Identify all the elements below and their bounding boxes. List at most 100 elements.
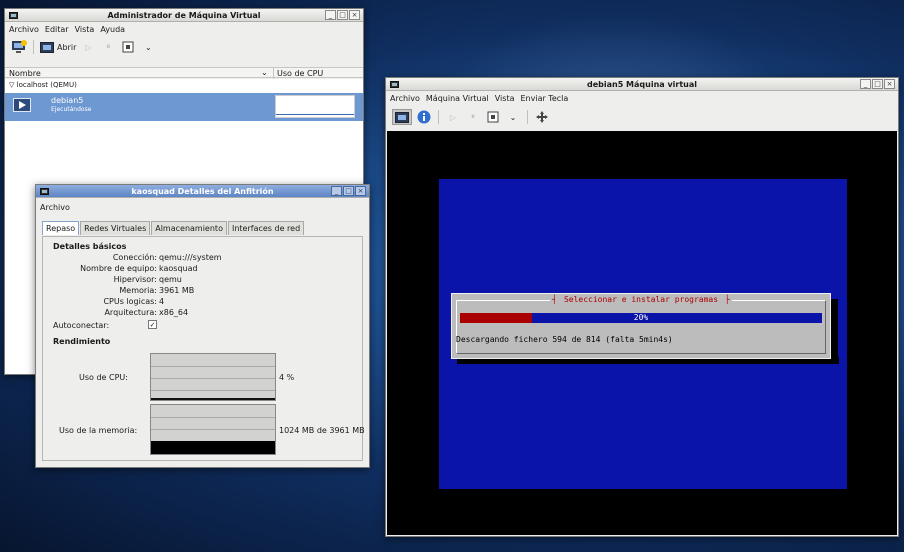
maximize-icon[interactable]: □ [872, 79, 883, 89]
performance-heading: Rendimiento [53, 337, 111, 346]
tab-repaso[interactable]: Repaso [42, 221, 80, 235]
shutdown-button[interactable] [485, 109, 501, 125]
open-label: Abrir [57, 42, 77, 52]
manager-titlebar[interactable]: Administrador de Máquina Virtual _ □ × [5, 9, 363, 22]
console-view-button[interactable] [392, 109, 412, 125]
host-details-window: kaosquad Detalles del Anfitrión _ □ × Ar… [35, 184, 370, 468]
field-label: CPUs logicas: [103, 297, 157, 306]
column-chooser-icon[interactable]: ⌄ [261, 68, 268, 77]
autoconnect-label: Autoconectar: [53, 321, 110, 330]
shutdown-button[interactable] [120, 39, 136, 55]
dialog-frame [456, 300, 826, 354]
memory-usage-graph [150, 404, 276, 455]
menu-enviar-tecla[interactable]: Enviar Tecla [520, 94, 568, 103]
shutdown-dropdown[interactable]: ⌄ [505, 109, 521, 125]
info-icon [417, 110, 431, 124]
menu-vista[interactable]: Vista [495, 94, 515, 103]
field-label: Memoria: [119, 286, 157, 295]
installer-screen: ┤ Seleccionar e instalar programas ├ 20%… [439, 179, 847, 489]
field-value: qemu:///system [159, 253, 222, 262]
tab-almacenamiento[interactable]: Almacenamiento [151, 221, 227, 235]
manager-toolbar: Abrir ▷ ⏸ ⌄ [5, 36, 363, 58]
field-hostname: Nombre de equipo: kaosquad [47, 264, 347, 274]
tab-interfaces-de-red[interactable]: Interfaces de red [227, 221, 305, 235]
details-view-button[interactable] [416, 109, 432, 125]
menu-archivo[interactable]: Archivo [40, 203, 70, 212]
field-connection: Conección: qemu:///system [47, 253, 347, 263]
install-dialog: ┤ Seleccionar e instalar programas ├ 20%… [451, 293, 831, 359]
vm-title: debian5 Máquina virtual [586, 80, 698, 89]
column-cpu[interactable]: Uso de CPU [277, 69, 323, 78]
fullscreen-icon [536, 111, 548, 123]
field-value: 3961 MB [159, 286, 195, 295]
shutdown-dropdown[interactable]: ⌄ [140, 39, 156, 55]
field-label: Nombre de equipo: [80, 264, 157, 273]
pause-button[interactable]: ⏸ [465, 109, 481, 125]
monitor-icon [40, 41, 54, 53]
menu-vista[interactable]: Vista [75, 25, 95, 34]
vm-toolbar: ▷ ⏸ ⌄ [386, 106, 898, 128]
autoconnect-checkbox[interactable]: ✓ [148, 320, 157, 329]
expander-icon: ▽ [9, 81, 15, 89]
menu-ayuda[interactable]: Ayuda [100, 25, 125, 34]
column-name[interactable]: Nombre [9, 69, 41, 78]
field-autoconnect: Autoconectar: ✓ [47, 320, 347, 331]
field-value: x86_64 [159, 308, 189, 317]
toolbar-separator [438, 110, 439, 124]
maximize-icon[interactable]: □ [343, 186, 354, 196]
monitor-icon [395, 111, 409, 123]
pause-icon: ⏸ [106, 42, 111, 51]
vm-titlebar[interactable]: debian5 Máquina virtual _ □ × [386, 78, 898, 91]
shutdown-icon [122, 41, 134, 53]
menu-editar[interactable]: Editar [45, 25, 69, 34]
progress-message: Descargando fichero 594 de 814 (falta 5m… [456, 335, 673, 344]
column-divider [273, 68, 274, 79]
cpu-usage-value: 4 % [279, 373, 295, 382]
cpu-usage-label: Uso de CPU: [79, 373, 128, 382]
run-button[interactable]: ▷ [445, 109, 461, 125]
play-icon: ▷ [85, 42, 92, 52]
maximize-icon[interactable]: □ [337, 10, 348, 20]
chevron-down-icon: ⌄ [509, 112, 517, 122]
new-vm-button[interactable] [11, 39, 27, 55]
list-group[interactable]: ▽ localhost (QEMU) [9, 81, 77, 89]
manager-title: Administrador de Máquina Virtual [107, 11, 261, 20]
pause-icon: ⏸ [471, 112, 475, 121]
pause-button[interactable]: ⏸ [100, 39, 116, 55]
field-label: Arquitectura: [104, 308, 157, 317]
field-architecture: Arquitectura: x86_64 [47, 308, 347, 318]
vm-row[interactable]: debian5 Ejecutándose [5, 93, 363, 121]
menu-archivo[interactable]: Archivo [390, 94, 420, 103]
vm-icon [13, 98, 31, 112]
menu-archivo[interactable]: Archivo [9, 25, 39, 34]
fullscreen-button[interactable] [534, 109, 550, 125]
details-title: kaosquad Detalles del Anfitrión [131, 187, 274, 196]
group-label: localhost (QEMU) [16, 81, 77, 89]
field-value: qemu [159, 275, 182, 284]
minimize-icon[interactable]: _ [860, 79, 871, 89]
field-hypervisor: Hipervisor: qemu [47, 275, 347, 285]
menu-maquina-virtual[interactable]: Máquina Virtual [426, 94, 489, 103]
toolbar-separator [33, 40, 34, 54]
field-logical-cpus: CPUs logicas: 4 [47, 297, 347, 307]
close-icon[interactable]: × [884, 79, 895, 89]
dialog-title: ┤ Seleccionar e instalar programas ├ [550, 295, 732, 304]
vm-console[interactable]: ┤ Seleccionar e instalar programas ├ 20%… [387, 131, 897, 535]
field-label: Conección: [112, 253, 157, 262]
overview-pane: Detalles básicos Conección: qemu:///syst… [42, 236, 365, 461]
minimize-icon[interactable]: _ [331, 186, 342, 196]
open-button[interactable]: Abrir [40, 39, 76, 55]
install-progress-bar: 20% [460, 313, 822, 323]
basic-details-heading: Detalles básicos [53, 242, 127, 251]
field-value: 4 [159, 297, 165, 306]
minimize-icon[interactable]: _ [325, 10, 336, 20]
dialog-title-text: Seleccionar e instalar programas [561, 295, 721, 304]
details-titlebar[interactable]: kaosquad Detalles del Anfitrión _ □ × [36, 185, 369, 198]
close-icon[interactable]: × [349, 10, 360, 20]
run-button[interactable]: ▷ [80, 39, 96, 55]
dialog-shadow [831, 299, 838, 364]
tab-redes-virtuales[interactable]: Redes Virtuales [80, 221, 151, 235]
shutdown-icon [487, 111, 499, 123]
details-menubar: Archivo [36, 198, 369, 216]
close-icon[interactable]: × [355, 186, 366, 196]
